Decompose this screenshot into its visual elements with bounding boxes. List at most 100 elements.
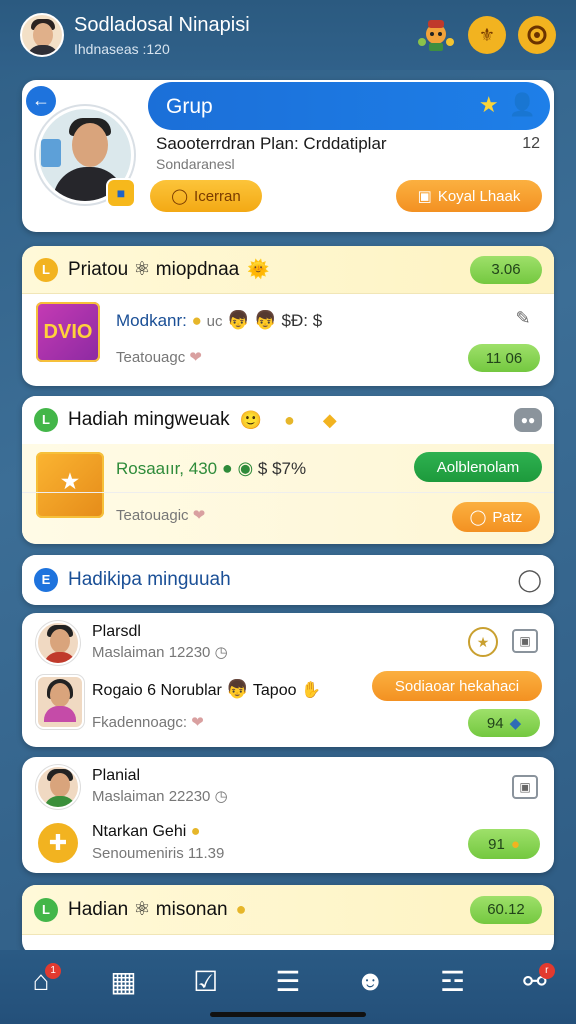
pin-icon: ● — [235, 899, 247, 919]
friend-icon: 👦 — [254, 310, 277, 330]
person-icon[interactable]: 👤 — [509, 92, 536, 118]
member-avatar[interactable] — [36, 621, 80, 665]
profile-badge-icon: ■ — [106, 178, 136, 208]
section-hadiah-header: L Hadiah mingweuak 🙂 ● ◆ ●● — [22, 396, 554, 444]
row2-label: Teatouagic — [116, 507, 189, 524]
section-hadian-header: L Hadian ⚛ misonan ● 60.12 — [22, 885, 554, 935]
aolblenolam-label: Aolblenolam — [436, 458, 520, 476]
pin-icon: ● — [191, 311, 202, 330]
group-label: Grup — [166, 95, 213, 118]
user-outline-icon[interactable]: ◯ — [517, 567, 542, 593]
shop-icon[interactable]: ☲ — [431, 959, 475, 1003]
members-card-2: Planial Maslaiman 22230 ◷ ▣ ✚ Ntarkan Ge… — [22, 757, 554, 873]
section-hadikipa-header: E Hadikipa minguuah ◯ — [22, 555, 554, 605]
member-name: Rogaio 6 Norublar — [92, 682, 222, 699]
heart-icon: ❤ — [189, 349, 202, 366]
member-avatar[interactable] — [36, 675, 84, 729]
group-header-icons: ★ 👤 — [479, 92, 536, 118]
friend-icon: 👦 — [227, 310, 250, 330]
section-priatou-row1: Modkanr: ● uc 👦 👦 $Ð: $ — [116, 310, 322, 331]
profile-subtitle: Sondaranesl — [156, 156, 235, 172]
star-icon[interactable]: ★ — [479, 92, 499, 118]
member-name: Planial — [92, 767, 141, 784]
top-bar: Sodladosal Ninapisi Ihdnaseas :120 ⚜ — [0, 0, 576, 70]
section-hadian-misonan: L Hadian ⚛ misonan ● 60.12 — [22, 885, 554, 955]
koyal-lhaak-button-label: Koyal Lhaak — [437, 187, 521, 205]
section-blue-icon: E — [34, 568, 58, 592]
heart-icon: ❤ — [192, 507, 206, 524]
member-row: Rogaio 6 Norublar 👦 Tapoo ✋ — [92, 679, 321, 700]
tasks-icon[interactable]: ☑ — [184, 959, 228, 1003]
section-green-icon: L — [34, 408, 58, 432]
profile-icon[interactable]: ⚯ r — [513, 959, 557, 1003]
bag-icon[interactable]: ▣ — [512, 775, 538, 799]
member-sub: Maslaiman 22230 ◷ — [92, 787, 228, 805]
robot-icon[interactable]: ●● — [514, 408, 542, 432]
member-sub-text: Maslaiman 12230 — [92, 644, 211, 661]
member-badge-label: 91 — [488, 835, 505, 853]
app-title: Sodladosal Ninapisi — [74, 13, 250, 36]
clock-icon: ◷ — [214, 788, 228, 805]
heart-icon: ❤ — [191, 714, 204, 731]
dvio-gift-icon[interactable]: DVIO — [36, 302, 100, 362]
thumbs-icon: ✋ — [300, 682, 321, 699]
koyal-lhaak-button[interactable]: ▣ Koyal Lhaak — [396, 180, 542, 212]
tag-icon[interactable]: ✎ — [510, 308, 536, 332]
section-priatou-badge[interactable]: 3.06 — [470, 255, 542, 284]
clock-icon: ◷ — [214, 644, 228, 661]
section-hadiah-title: Hadiah mingweuak — [68, 409, 230, 430]
member-extra: Tapoo — [252, 682, 297, 699]
patz-label: Patz — [492, 508, 523, 526]
home-indicator — [210, 1012, 366, 1017]
coin-icon: ◯ — [469, 509, 487, 526]
app-subtitle: Ihdnaseas :120 — [74, 40, 170, 57]
patz-button[interactable]: ◯ Patz — [452, 502, 540, 532]
treasure-chest-icon[interactable]: ★ — [36, 452, 104, 518]
section-hadian-badge-label: 60.12 — [487, 901, 525, 918]
home-icon[interactable]: ⌂ 1 — [19, 959, 63, 1003]
section-hadiah-row1: Rosaaıır, 430 ● ◉ $ $7% — [116, 458, 306, 479]
menu-icon[interactable]: ☰ — [266, 959, 310, 1003]
section-hadikipa-title: Hadikipa minguuah — [68, 569, 231, 590]
back-button[interactable]: ← — [26, 86, 56, 116]
sodiaoar-label: Sodiaoar hekahaci — [394, 677, 520, 695]
target-icon[interactable] — [518, 16, 556, 54]
icerran-button[interactable]: ◯ Icerran — [150, 180, 262, 212]
pin-icon: ● — [284, 409, 295, 430]
profile-count: 12 — [522, 135, 540, 152]
members-card-1: Plarsdl Maslaiman 12230 ◷ ★ ▣ Rogaio 6 N… — [22, 613, 554, 747]
member-badge-label: 94 — [486, 714, 504, 732]
friend-icon: 👦 — [226, 679, 249, 699]
section-hadiah-row2: Teatouagic ❤ — [116, 506, 205, 524]
row1-amount: $Ð: $ — [281, 311, 323, 330]
group-header-bar: Grup ★ 👤 — [148, 82, 550, 130]
member-avatar[interactable] — [36, 765, 80, 809]
section-hadikipa: E Hadikipa minguuah ◯ — [22, 555, 554, 605]
aolblenolam-button[interactable]: Aolblenolam — [414, 452, 542, 482]
member-badge[interactable]: 94 ◆ — [468, 709, 540, 737]
member-row-label: Fkadennoagc: — [92, 714, 188, 731]
section-coin-icon: L — [34, 257, 58, 282]
sodiaoar-button[interactable]: Sodiaoar hekahaci — [372, 671, 542, 701]
member-badge[interactable]: 91 ● — [468, 829, 540, 859]
gallery-icon[interactable]: ▦ — [101, 959, 145, 1003]
chat-icon[interactable]: ☻ — [348, 959, 392, 1003]
puzzle-icon[interactable]: ✚ — [38, 823, 78, 863]
bag-icon[interactable]: ▣ — [512, 629, 538, 653]
group-profile-card: Grup ★ 👤 ← ■ Saooterrdran Plan: Crddatip… — [22, 80, 554, 232]
profile-badge: r — [538, 963, 555, 979]
diamond-icon: ◆ — [322, 409, 337, 430]
gift-icon: ▣ — [417, 188, 432, 205]
user-avatar[interactable] — [20, 13, 64, 57]
section-priatou-badge-2[interactable]: 11 06 — [468, 344, 540, 372]
mascot-icon[interactable] — [416, 15, 456, 55]
shield-icon[interactable]: ⚜ — [468, 16, 506, 54]
row1-label: Modkanr: — [116, 311, 187, 330]
section-hadian-badge[interactable]: 60.12 — [470, 895, 542, 924]
section-hadian-title: Hadian ⚛ misonan — [68, 899, 228, 920]
row2-label: Teatouagc — [116, 349, 186, 366]
section-green-icon: L — [34, 897, 58, 922]
tag-icon: ◆ — [509, 715, 522, 732]
coin-action-icon[interactable]: ★ — [468, 627, 498, 657]
section-priatou-title: Priatou ⚛ miopdnaa — [68, 259, 240, 280]
